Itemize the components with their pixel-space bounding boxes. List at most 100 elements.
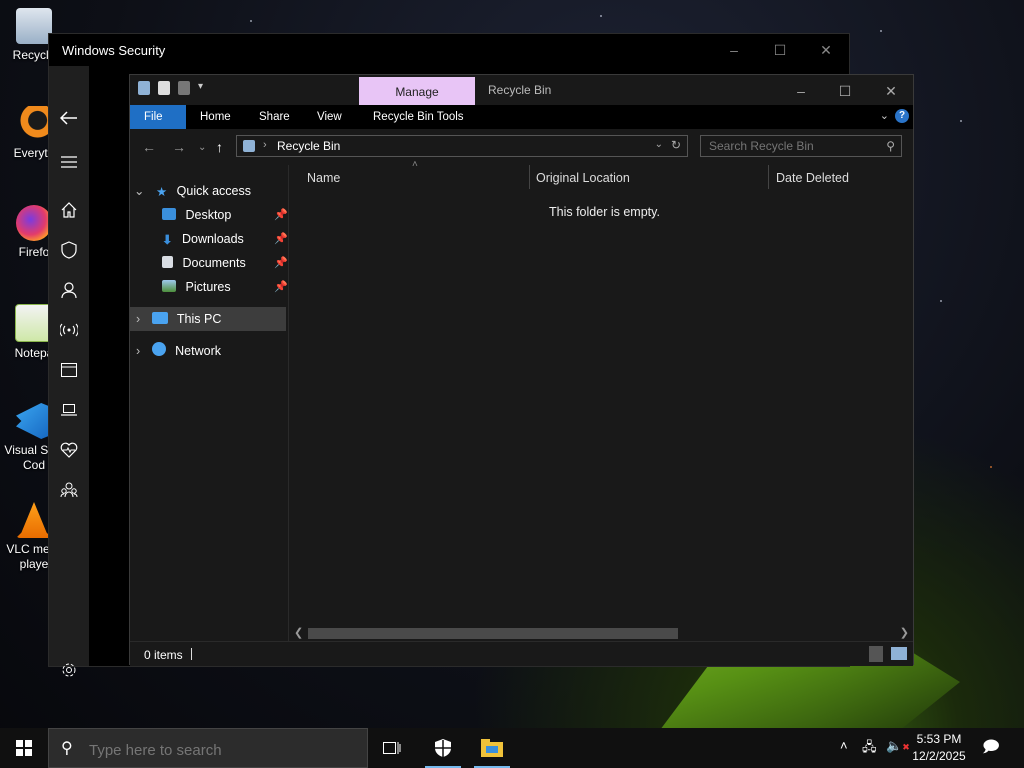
clock-time: 5:53 PM: [916, 732, 962, 746]
app-browser-control-icon[interactable]: [49, 355, 89, 385]
nav-item-documents[interactable]: Documents 📌: [162, 251, 288, 275]
hamburger-menu-icon[interactable]: [49, 147, 89, 177]
account-person-icon[interactable]: [49, 275, 89, 305]
nav-item-network[interactable]: › Network: [136, 339, 286, 363]
nav-label: Quick access: [176, 184, 252, 198]
recycle-bin-small-icon: [138, 81, 150, 95]
taskbar-file-explorer-icon[interactable]: [470, 728, 514, 768]
recent-locations-chevron-icon[interactable]: ⌄: [198, 142, 206, 153]
column-headers: Name ˄ Original Location Date Deleted: [290, 159, 913, 189]
column-header-original-location[interactable]: Original Location: [536, 171, 630, 185]
breadcrumb-recycle-bin[interactable]: Recycle Bin: [277, 139, 340, 153]
everything-icon: [16, 106, 52, 142]
sort-ascending-icon: ˄: [412, 159, 418, 170]
new-folder-icon[interactable]: [178, 81, 190, 95]
help-icon[interactable]: ?: [895, 109, 909, 123]
start-button[interactable]: [0, 728, 48, 768]
column-header-date-deleted[interactable]: Date Deleted: [776, 171, 849, 185]
settings-gear-icon[interactable]: [49, 655, 89, 685]
network-icon: [151, 342, 166, 356]
manage-contextual-tab[interactable]: Manage: [359, 77, 475, 105]
column-separator[interactable]: [529, 165, 530, 189]
minimize-button[interactable]: –: [778, 81, 824, 101]
search-box[interactable]: ⚲: [700, 135, 902, 157]
ribbon-tabs: File Home Share View Recycle Bin Tools ⌄…: [130, 105, 913, 129]
device-security-icon[interactable]: [49, 395, 89, 425]
close-button[interactable]: ✕: [868, 81, 914, 101]
expand-chevron-icon[interactable]: ›: [136, 312, 140, 326]
item-count: 0 items: [144, 648, 183, 662]
tab-share[interactable]: Share: [245, 105, 304, 129]
breadcrumb-separator-icon[interactable]: ›: [263, 139, 267, 151]
up-arrow-icon[interactable]: ↑: [216, 139, 223, 155]
pin-icon[interactable]: 📌: [274, 275, 288, 299]
firewall-network-icon[interactable]: [49, 315, 89, 345]
expand-chevron-icon[interactable]: ›: [136, 344, 140, 358]
close-button[interactable]: ✕: [803, 38, 849, 62]
forward-arrow-icon[interactable]: →: [172, 139, 186, 155]
documents-icon: [162, 256, 173, 268]
nav-item-this-pc[interactable]: › This PC: [130, 307, 286, 331]
nav-item-pictures[interactable]: Pictures 📌: [162, 275, 288, 299]
tab-file[interactable]: File: [130, 105, 186, 129]
scrollbar-thumb[interactable]: [308, 628, 678, 639]
device-health-heart-icon[interactable]: [49, 435, 89, 465]
vscode-icon: [16, 403, 52, 439]
navigation-bar: ← → ⌄ ↑ › Recycle Bin ⌄ ↻ ⚲: [130, 129, 913, 165]
window-title: Windows Security: [62, 43, 166, 58]
security-nav-rail: [49, 66, 89, 677]
details-view-icon[interactable]: [869, 646, 883, 662]
home-icon[interactable]: [49, 195, 89, 225]
maximize-button[interactable]: ☐: [822, 81, 868, 101]
taskbar-windows-security-icon[interactable]: [421, 728, 465, 768]
nav-item-quick-access[interactable]: ⌄ ★ Quick access: [134, 179, 286, 203]
tab-recycle-bin-tools[interactable]: Recycle Bin Tools: [359, 105, 478, 129]
scroll-left-icon[interactable]: ❮: [294, 626, 303, 639]
search-input[interactable]: [701, 136, 887, 156]
address-history-chevron-icon[interactable]: ⌄: [655, 139, 663, 150]
family-options-icon[interactable]: [49, 475, 89, 505]
tab-home[interactable]: Home: [186, 105, 245, 129]
nav-item-downloads[interactable]: ⬇ Downloads 📌: [162, 227, 288, 251]
recycle-bin-small-icon: [243, 140, 255, 152]
address-bar[interactable]: › Recycle Bin ⌄ ↻: [236, 135, 688, 157]
taskbar-search-input[interactable]: [87, 739, 351, 761]
back-arrow-icon[interactable]: ←: [142, 139, 156, 155]
back-arrow-icon[interactable]: [49, 103, 89, 133]
tab-view[interactable]: View: [303, 105, 356, 129]
scroll-right-icon[interactable]: ❯: [900, 626, 909, 639]
column-separator[interactable]: [768, 165, 769, 189]
pane-divider[interactable]: [288, 165, 289, 641]
nav-label: Network: [175, 344, 221, 358]
nav-label: Pictures: [185, 280, 231, 294]
shield-icon[interactable]: [49, 235, 89, 265]
expand-ribbon-chevron-icon[interactable]: ⌄: [880, 109, 889, 122]
large-icons-view-icon[interactable]: [891, 647, 907, 660]
nav-label: Documents: [182, 256, 246, 270]
nav-label: Downloads: [181, 232, 244, 246]
properties-icon[interactable]: [158, 81, 170, 95]
horizontal-scrollbar[interactable]: ❮ ❯: [290, 625, 913, 641]
taskbar-search-box[interactable]: ⚲: [48, 728, 368, 768]
pin-icon[interactable]: 📌: [274, 251, 288, 275]
quick-access-toolbar: ▾: [138, 81, 208, 95]
status-bar: 0 items: [130, 641, 913, 666]
pin-icon[interactable]: 📌: [274, 227, 288, 251]
task-view-icon[interactable]: [370, 728, 414, 768]
network-status-icon[interactable]: 🖧: [862, 738, 877, 760]
recycle-bin-icon: [16, 8, 52, 44]
minimize-button[interactable]: –: [711, 38, 757, 62]
collapse-chevron-icon[interactable]: ⌄: [134, 184, 144, 198]
customize-toolbar-icon[interactable]: ▾: [198, 81, 208, 95]
pin-icon[interactable]: 📌: [274, 203, 288, 227]
refresh-icon[interactable]: ↻: [671, 138, 681, 152]
search-icon: ⚲: [886, 139, 895, 153]
maximize-button[interactable]: ☐: [757, 38, 803, 62]
action-center-icon[interactable]: 🗩: [982, 736, 1000, 763]
column-header-name[interactable]: Name: [307, 171, 340, 185]
computer-icon: [151, 312, 168, 324]
system-clock[interactable]: 5:53 PM 12/2/2025: [904, 731, 974, 765]
vlc-icon: [16, 502, 52, 538]
show-hidden-icons-chevron-icon[interactable]: ˄: [840, 738, 848, 753]
nav-item-desktop[interactable]: Desktop 📌: [162, 203, 288, 227]
